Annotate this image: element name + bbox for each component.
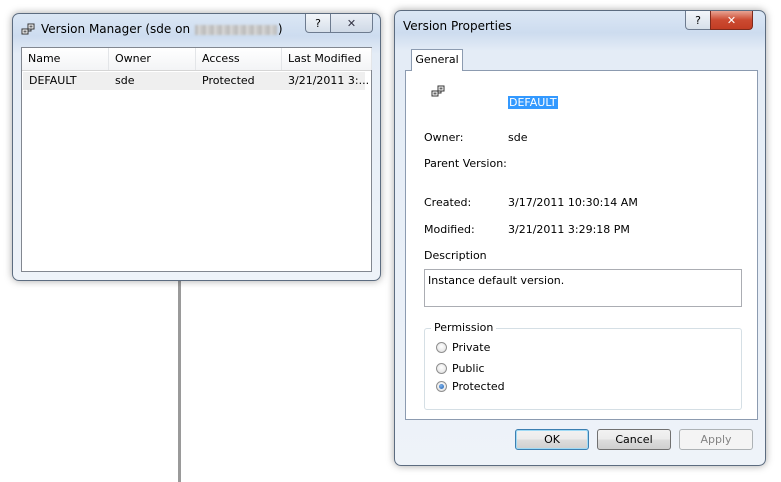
parent-version-label: Parent Version: bbox=[424, 157, 507, 170]
description-label: Description bbox=[424, 249, 487, 262]
radio-private-label: Private bbox=[452, 340, 491, 354]
tab-general[interactable]: General bbox=[411, 49, 463, 71]
cell-name: DEFAULT bbox=[29, 74, 77, 87]
column-header-owner[interactable]: Owner bbox=[109, 48, 196, 70]
cancel-button[interactable]: Cancel bbox=[597, 429, 671, 450]
column-header-access[interactable]: Access bbox=[196, 48, 282, 70]
version-properties-window: Version Properties ? ✕ General DEFAULT O… bbox=[394, 10, 766, 466]
title-prefix: Version Manager (sde on bbox=[41, 22, 191, 36]
radio-protected-label: Protected bbox=[452, 379, 505, 393]
versions-icon bbox=[21, 23, 35, 35]
cell-access: Protected bbox=[202, 74, 255, 87]
version-name-field[interactable]: DEFAULT bbox=[508, 96, 558, 109]
version-manager-titlebar[interactable]: Version Manager (sde on ) ? ✕ bbox=[13, 14, 380, 44]
apply-button[interactable]: Apply bbox=[679, 429, 753, 450]
column-header-name[interactable]: Name bbox=[22, 48, 109, 70]
version-properties-title: Version Properties bbox=[403, 19, 512, 33]
owner-value: sde bbox=[508, 131, 528, 144]
version-properties-titlebar[interactable]: Version Properties ? ✕ bbox=[395, 11, 765, 41]
created-value: 3/17/2011 10:30:14 AM bbox=[508, 196, 638, 209]
cell-last-modified: 3/21/2011 3:... bbox=[288, 74, 368, 87]
radio-protected[interactable]: Protected bbox=[436, 379, 505, 393]
ok-button[interactable]: OK bbox=[515, 429, 589, 450]
version-manager-window: Version Manager (sde on ) ? ✕ Name Owner… bbox=[12, 13, 381, 281]
permission-group-label: Permission bbox=[431, 321, 497, 334]
version-list[interactable]: Name Owner Access Last Modified DEFAULT … bbox=[21, 47, 372, 272]
close-button[interactable]: ✕ bbox=[330, 14, 373, 33]
owner-label: Owner: bbox=[424, 131, 464, 144]
version-manager-title: Version Manager (sde on ) bbox=[41, 22, 283, 36]
modified-label: Modified: bbox=[424, 223, 475, 236]
close-button[interactable]: ✕ bbox=[710, 11, 753, 30]
versions-icon bbox=[431, 85, 445, 97]
radio-private-indicator[interactable] bbox=[436, 341, 447, 353]
column-header-last-modified[interactable]: Last Modified bbox=[282, 48, 372, 70]
radio-public-label: Public bbox=[452, 361, 485, 375]
cell-owner: sde bbox=[115, 74, 135, 87]
table-row[interactable]: DEFAULT sde Protected 3/21/2011 3:... bbox=[23, 72, 368, 90]
help-button[interactable]: ? bbox=[305, 14, 331, 33]
help-button[interactable]: ? bbox=[685, 11, 711, 30]
radio-public[interactable]: Public bbox=[436, 361, 485, 375]
description-field[interactable]: Instance default version. bbox=[424, 269, 742, 307]
radio-public-indicator[interactable] bbox=[436, 362, 447, 374]
background-divider-line bbox=[178, 280, 181, 482]
blurred-server-name bbox=[194, 24, 277, 35]
modified-value: 3/21/2011 3:29:18 PM bbox=[508, 223, 630, 236]
created-label: Created: bbox=[424, 196, 472, 209]
list-header: Name Owner Access Last Modified bbox=[22, 48, 372, 71]
radio-private[interactable]: Private bbox=[436, 340, 490, 354]
title-suffix: ) bbox=[277, 22, 283, 36]
radio-protected-indicator[interactable] bbox=[436, 380, 447, 392]
